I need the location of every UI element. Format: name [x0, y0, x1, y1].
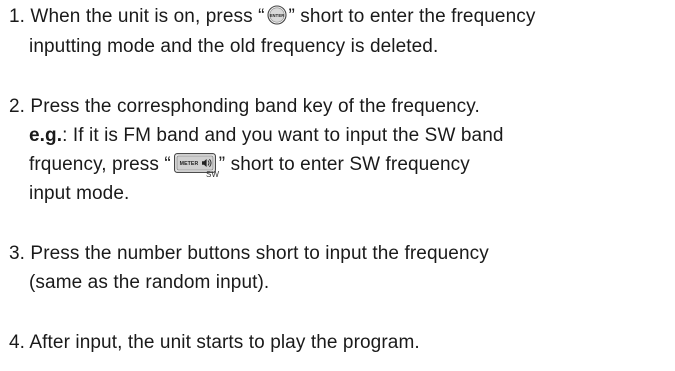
step-1-text-a: 1. When the unit is on, press “ [9, 6, 265, 27]
manual-page: 1. When the unit is on, press “ ENTER ” sh… [0, 0, 675, 371]
step-2-text-b: ” short to enter SW frequency [218, 154, 470, 175]
step-2-line-4: input mode. [29, 183, 130, 204]
step-3-line-1: 3. Press the number buttons short to inp… [9, 243, 489, 264]
step-1-line-2: inputting mode and the old frequency is … [29, 36, 439, 57]
step-2-line-2-rest: : If it is FM band and you want to input… [62, 125, 504, 146]
step-2-line-2: e.g.: If it is FM band and you want to i… [29, 125, 504, 147]
meter-sw-sublabel: SW [206, 170, 220, 179]
enter-button-icon: ENTER [266, 5, 287, 25]
step-3-line-2: (same as the random input). [29, 272, 270, 293]
step-2-text-a: frquency, press “ [29, 154, 171, 175]
step-1-line-1: 1. When the unit is on, press “ ENTER ” sh… [9, 5, 536, 28]
step-4-line-1: 4. After input, the unit starts to play … [9, 332, 420, 353]
step-2-line-3: frquency, press “ METER ” short to enter S… [29, 153, 470, 176]
eg-label: e.g. [29, 125, 63, 146]
step-2-line-1: 2. Press the corresphonding band key of … [9, 96, 480, 117]
svg-text:ENTER: ENTER [269, 13, 284, 18]
step-1-text-b: ” short to enter the frequency [288, 6, 536, 27]
svg-text:METER: METER [179, 161, 198, 167]
